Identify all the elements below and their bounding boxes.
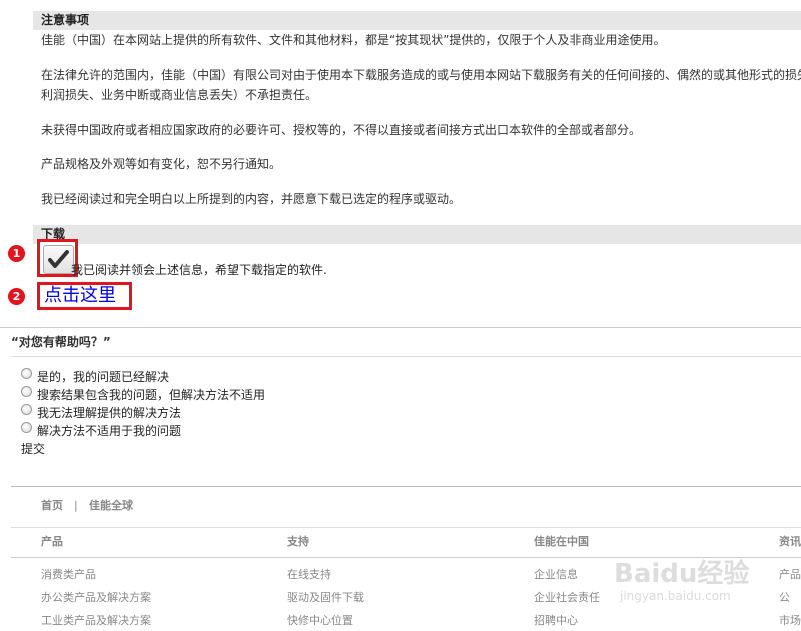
- download-link[interactable]: 点击这里: [44, 285, 116, 307]
- footer-link[interactable]: 市场: [779, 614, 801, 628]
- submit-button[interactable]: 提交: [21, 441, 45, 457]
- agree-checkbox[interactable]: [43, 245, 74, 274]
- feedback-option-label: 我无法理解提供的解决方法: [37, 406, 182, 420]
- footer-divider: [11, 486, 801, 487]
- footer-col-heading: 支持: [287, 535, 309, 548]
- checkmark-icon: [48, 250, 69, 268]
- notice-paragraph: 利润损失、业务中断或商业信息丢失）不承担责任。: [41, 88, 318, 102]
- footer-global-link[interactable]: 佳能全球: [89, 499, 133, 513]
- footer-link[interactable]: 驱动及固件下载: [287, 591, 364, 605]
- agree-label: 我已阅读并领会上述信息，希望下载指定的软件.: [71, 263, 327, 277]
- feedback-option-label: 是的，我的问题已经解决: [37, 370, 170, 384]
- notice-paragraph: 在法律允许的范围内，佳能（中国）有限公司对由于使用本下载服务造成的或与使用本网站…: [41, 68, 801, 82]
- footer-divider: [11, 527, 801, 528]
- footer-link[interactable]: 产品: [779, 568, 801, 582]
- footer-link[interactable]: 快修中心位置: [287, 614, 353, 628]
- feedback-radio-3[interactable]: [21, 404, 32, 415]
- footer-separator: |: [74, 499, 78, 512]
- feedback-option-label: 搜索结果包含我的问题，但解决方法不适用: [37, 388, 266, 402]
- footer-col-heading: 产品: [41, 535, 63, 548]
- notice-paragraph: 未获得中国政府或者相应国家政府的必要许可、授权等的，不得以直接或者间接方式出口本…: [41, 123, 642, 137]
- notice-header-bar: [33, 11, 801, 30]
- footer-link[interactable]: 办公类产品及解决方案: [41, 591, 151, 605]
- feedback-radio-2[interactable]: [21, 386, 32, 397]
- footer-col-heading: 佳能在中国: [534, 535, 589, 548]
- feedback-radio-4[interactable]: [21, 422, 32, 433]
- download-header-bar: [33, 225, 801, 244]
- notice-title: 注意事项: [41, 13, 90, 27]
- baidu-watermark-logo: Baidu经验: [614, 559, 750, 589]
- feedback-title: “对您有帮助吗？”: [11, 335, 111, 349]
- step-1-marker: 1: [8, 245, 25, 262]
- footer-link[interactable]: 工业类产品及解决方案: [41, 614, 151, 628]
- footer-link[interactable]: 企业信息: [534, 568, 578, 582]
- download-link-highlight: 点击这里: [37, 282, 132, 310]
- footer-link[interactable]: 在线支持: [287, 568, 331, 582]
- feedback-option-label: 解决方法不适用于我的问题: [37, 424, 182, 438]
- notice-paragraph: 我已经阅读过和完全明白以上所提到的内容，并愿意下载已选定的程序或驱动。: [41, 192, 462, 206]
- step-2-marker: 2: [8, 288, 25, 305]
- footer-home-link[interactable]: 首页: [41, 499, 63, 513]
- footer-link[interactable]: 企业社会责任: [534, 591, 600, 605]
- feedback-radio-1[interactable]: [21, 368, 32, 379]
- notice-paragraph: 产品规格及外观等如有变化，恕不另行通知。: [41, 157, 282, 171]
- divider: [11, 356, 801, 357]
- notice-paragraph: 佳能（中国）在本网站上提供的所有软件、文件和其他材料，都是“按其现状”提供的，仅…: [41, 33, 666, 47]
- footer-link[interactable]: 消费类产品: [41, 568, 96, 582]
- footer-link[interactable]: 公: [779, 591, 790, 605]
- divider: [0, 327, 801, 328]
- baidu-watermark-url: jingyan.baidu.com: [620, 589, 731, 603]
- footer-col-heading: 资讯: [779, 535, 801, 548]
- footer-link[interactable]: 招聘中心: [534, 614, 578, 628]
